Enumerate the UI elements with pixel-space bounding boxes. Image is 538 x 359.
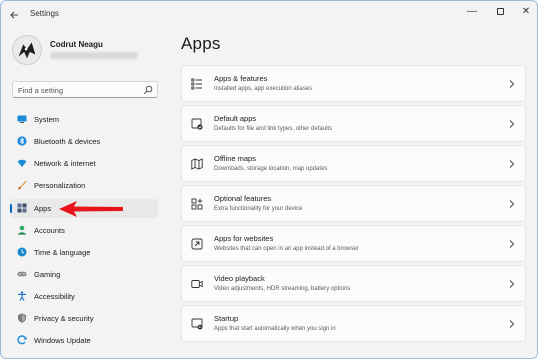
- map-icon: [191, 158, 203, 170]
- sidebar-item-label: Personalization: [34, 181, 86, 190]
- accessibility-icon: [18, 291, 26, 301]
- user-email-redacted: [50, 52, 138, 59]
- optional-features-icon: [191, 198, 203, 210]
- sidebar-item-label: System: [34, 115, 60, 124]
- window-title: Settings: [30, 9, 59, 18]
- update-icon: [17, 335, 27, 345]
- card-title: Default apps: [214, 114, 257, 123]
- active-indicator: [10, 204, 12, 213]
- user-name: Codrut Neagu: [50, 40, 103, 49]
- sidebar-item-gaming[interactable]: Gaming: [10, 265, 158, 284]
- back-arrow-icon[interactable]: [7, 7, 23, 23]
- card-subtitle: Downloads, storage location, map updates: [214, 166, 328, 172]
- card-subtitle: Defaults for file and link types, other …: [214, 126, 333, 132]
- sidebar-item-label: Apps: [34, 204, 52, 213]
- web-apps-icon: [191, 238, 203, 250]
- globe-clock-icon: [17, 247, 27, 257]
- card-subtitle: Installed apps, app execution aliases: [214, 86, 313, 92]
- sidebar-item-label: Network & internet: [34, 159, 96, 168]
- card-video-playback[interactable]: Video playback Video adjustments, HDR st…: [181, 265, 526, 302]
- card-title: Apps & features: [214, 74, 268, 83]
- search-icon: [143, 85, 153, 95]
- startup-icon: [191, 318, 203, 330]
- card-title: Offline maps: [214, 154, 256, 163]
- search-input[interactable]: Find a setting: [12, 81, 158, 98]
- default-apps-icon: [191, 118, 203, 130]
- card-subtitle: Video adjustments, HDR streaming, batter…: [214, 286, 351, 292]
- card-default-apps[interactable]: Default apps Defaults for file and link …: [181, 105, 526, 142]
- sidebar-item-label: Accounts: [34, 226, 65, 235]
- card-optional-features[interactable]: Optional features Extra functionality fo…: [181, 185, 526, 222]
- sidebar-item-privacy-security[interactable]: Privacy & security: [10, 309, 158, 328]
- card-subtitle: Apps that start automatically when you s…: [214, 326, 336, 332]
- bluetooth-icon: [17, 136, 27, 146]
- sidebar-item-accessibility[interactable]: Accessibility: [10, 287, 158, 306]
- card-title: Video playback: [214, 274, 265, 283]
- chevron-right-icon: [509, 240, 515, 248]
- title-bar: Settings — ✕: [1, 1, 537, 29]
- maximize-button[interactable]: [487, 3, 513, 21]
- sidebar-item-windows-update[interactable]: Windows Update: [10, 331, 158, 350]
- settings-window: Settings — ✕ Codrut Neagu Find a setting…: [0, 0, 538, 359]
- red-arrow-annotation: [59, 201, 123, 217]
- sidebar-item-label: Bluetooth & devices: [34, 137, 101, 146]
- card-title: Optional features: [214, 194, 272, 203]
- gamepad-icon: [17, 271, 27, 277]
- sidebar-item-label: Windows Update: [34, 336, 91, 345]
- shield-icon: [18, 313, 26, 323]
- card-subtitle: Websites that can open in an app instead…: [214, 246, 359, 252]
- minimize-button[interactable]: —: [459, 3, 485, 21]
- chevron-right-icon: [509, 280, 515, 288]
- sidebar-item-system[interactable]: System: [10, 110, 158, 129]
- video-icon: [191, 280, 203, 288]
- apps-icon: [17, 203, 27, 213]
- card-apps-for-websites[interactable]: Apps for websites Websites that can open…: [181, 225, 526, 262]
- monitor-icon: [17, 115, 27, 123]
- card-subtitle: Extra functionality for your device: [214, 206, 303, 212]
- card-title: Apps for websites: [214, 234, 274, 243]
- person-icon: [18, 225, 26, 235]
- page-title: Apps: [181, 34, 221, 53]
- card-apps-features[interactable]: Apps & features Installed apps, app exec…: [181, 65, 526, 102]
- chevron-right-icon: [509, 80, 515, 88]
- chevron-right-icon: [509, 200, 515, 208]
- sidebar-item-bluetooth[interactable]: Bluetooth & devices: [10, 132, 158, 151]
- card-title: Startup: [214, 314, 239, 323]
- maximize-icon: [496, 7, 504, 15]
- sidebar-item-personalization[interactable]: Personalization: [10, 176, 158, 195]
- avatar[interactable]: [12, 35, 42, 65]
- card-offline-maps[interactable]: Offline maps Downloads, storage location…: [181, 145, 526, 182]
- chevron-right-icon: [509, 120, 515, 128]
- chevron-right-icon: [509, 320, 515, 328]
- search-placeholder: Find a setting: [18, 86, 64, 95]
- sidebar-item-label: Privacy & security: [34, 314, 94, 323]
- apps-list-icon: [191, 78, 202, 90]
- brush-icon: [17, 180, 27, 190]
- sidebar-item-label: Accessibility: [34, 292, 75, 301]
- sidebar-item-label: Gaming: [34, 270, 61, 279]
- close-button[interactable]: ✕: [513, 3, 537, 21]
- sidebar-item-network[interactable]: Network & internet: [10, 154, 158, 173]
- wifi-icon: [17, 159, 27, 167]
- sidebar-item-accounts[interactable]: Accounts: [10, 221, 158, 240]
- chevron-right-icon: [509, 160, 515, 168]
- sidebar-item-time-language[interactable]: Time & language: [10, 243, 158, 262]
- card-startup[interactable]: Startup Apps that start automatically wh…: [181, 305, 526, 342]
- sidebar-item-label: Time & language: [34, 248, 91, 257]
